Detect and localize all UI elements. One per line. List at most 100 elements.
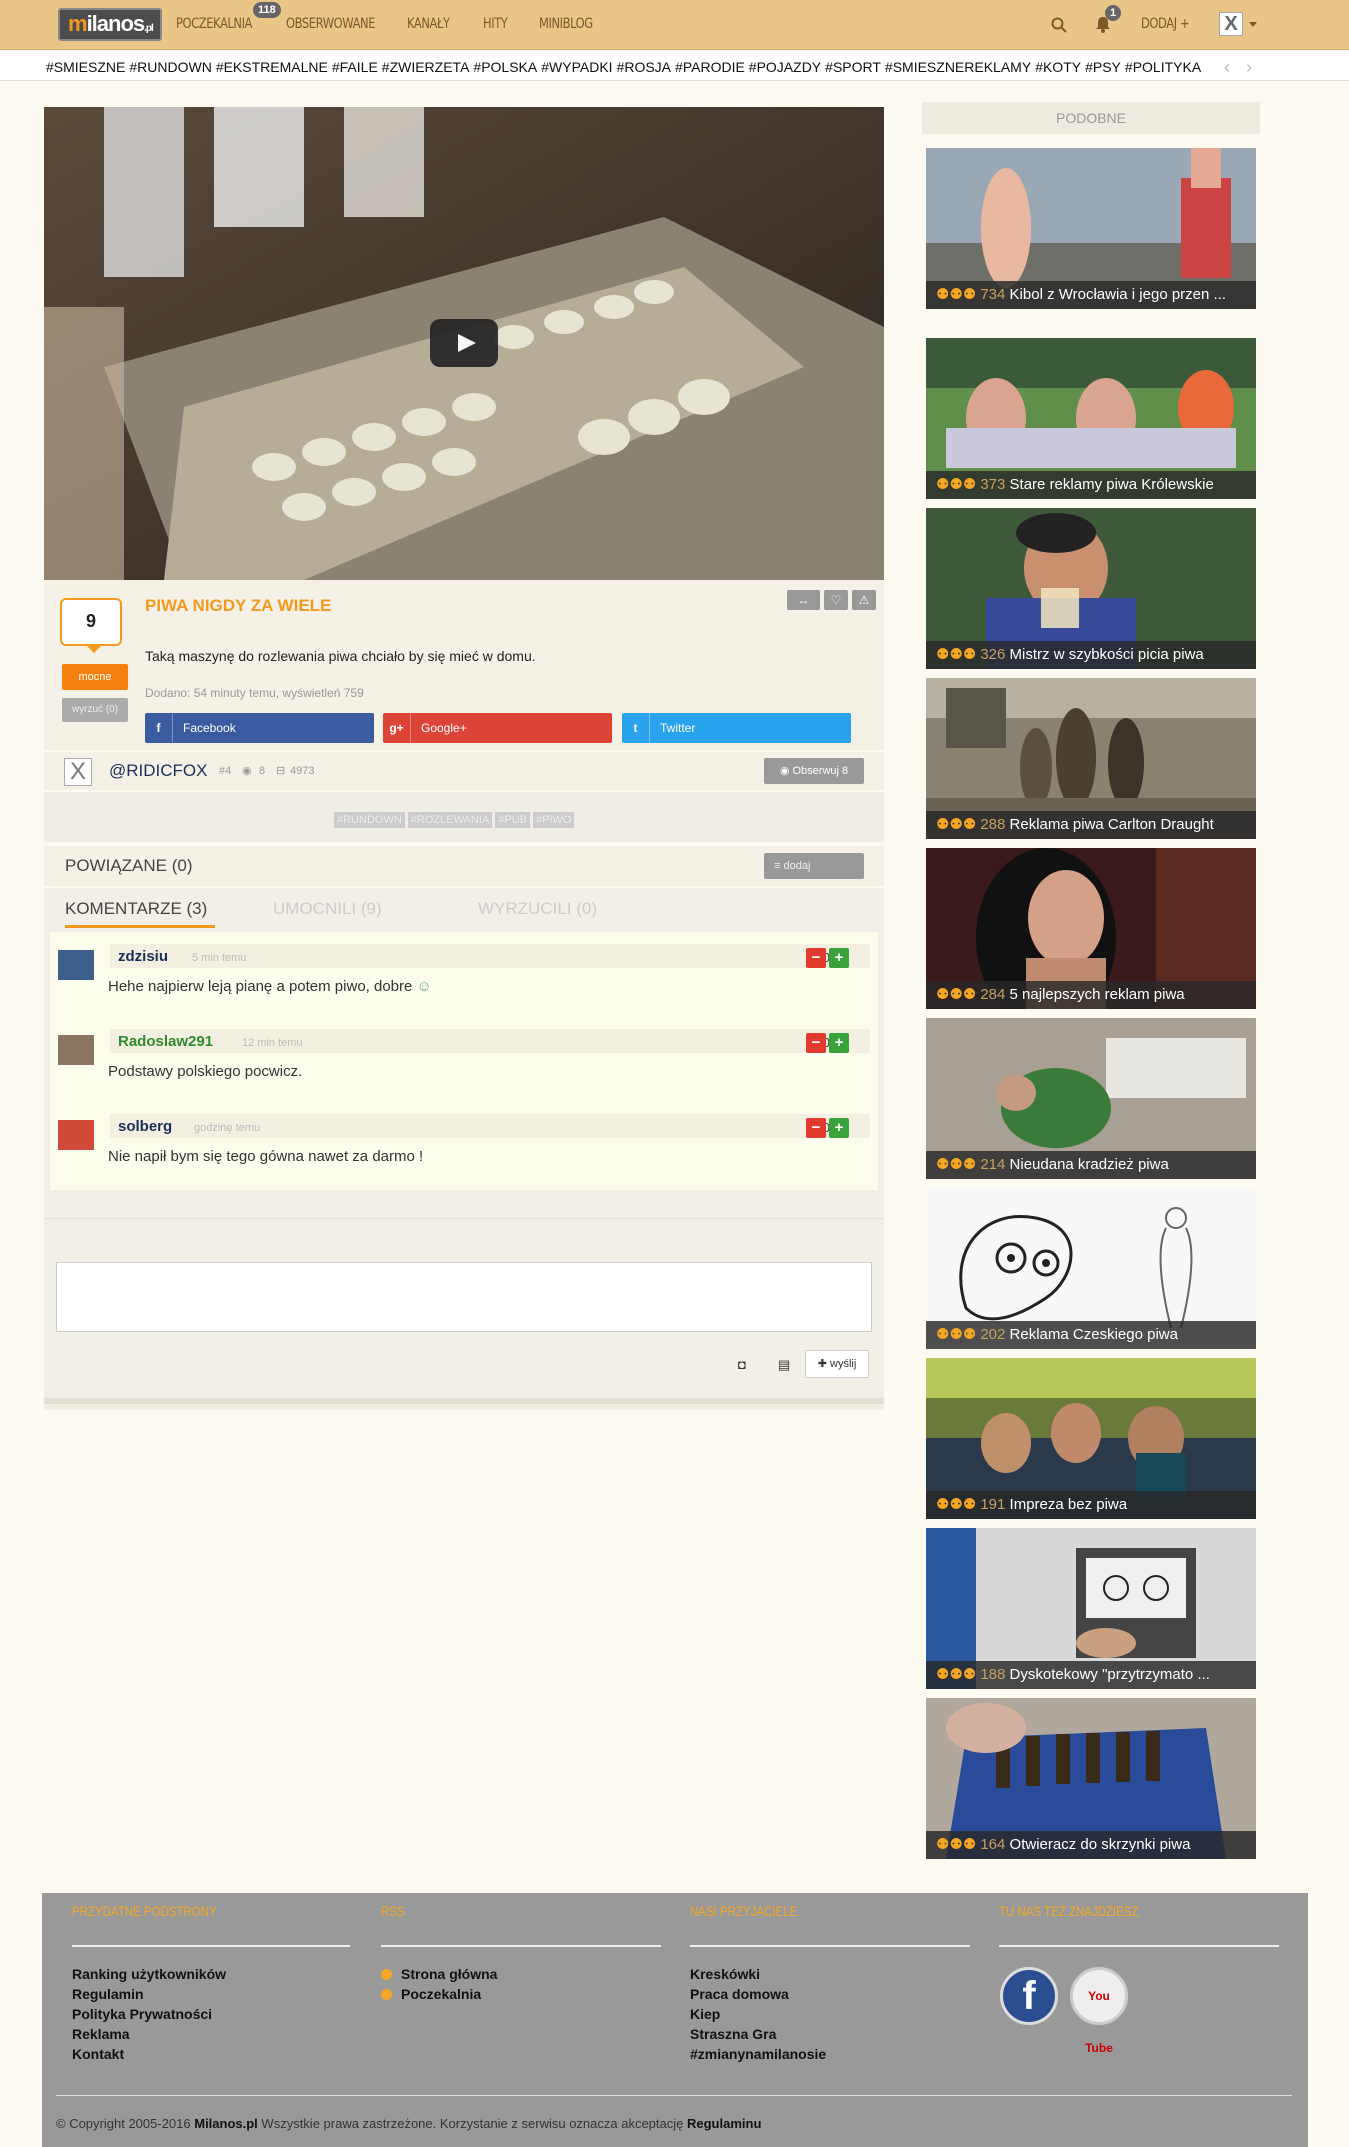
tab-wyrzucili[interactable]: WYRZUCILI (0) bbox=[478, 899, 597, 919]
post-tag[interactable]: #PUB bbox=[495, 812, 530, 828]
warning-icon[interactable]: ⚠ bbox=[852, 590, 876, 610]
copyright-brand[interactable]: Milanos.pl bbox=[194, 2116, 258, 2131]
footer-link[interactable]: Strona główna bbox=[401, 1966, 497, 1982]
follow-button[interactable]: ◉ Obserwuj 8 bbox=[764, 758, 864, 784]
tag-link[interactable]: #FAILE bbox=[332, 59, 378, 75]
avatar[interactable] bbox=[58, 1035, 94, 1065]
site-logo[interactable]: milanos.pl bbox=[58, 8, 162, 41]
card-title: Impreza bez piwa bbox=[1009, 1496, 1128, 1513]
people-icon: ⚉⚉⚉ bbox=[936, 1496, 977, 1513]
facebook-icon[interactable]: f bbox=[1000, 1967, 1058, 2025]
tag-link[interactable]: #EKSTREMALNE bbox=[216, 59, 328, 75]
heart-icon[interactable]: ♡ bbox=[824, 590, 848, 610]
wyrzuc-button[interactable]: wyrzuć (0) bbox=[62, 698, 128, 722]
author-name[interactable]: @RIDICFOX bbox=[109, 761, 207, 781]
comment-input[interactable] bbox=[56, 1262, 872, 1332]
embed-icon[interactable]: ↔ bbox=[787, 590, 820, 610]
minus-button[interactable]: − bbox=[806, 1118, 826, 1138]
plus-button[interactable]: + bbox=[829, 1033, 849, 1053]
related-add-label: dodaj bbox=[783, 860, 811, 872]
tag-link[interactable]: #PARODIE bbox=[675, 59, 745, 75]
tag-link[interactable]: #WYPADKI bbox=[541, 59, 612, 75]
related-video-card[interactable]: ⚉⚉⚉ 191 Impreza bez piwa bbox=[926, 1358, 1256, 1519]
search-icon[interactable] bbox=[1051, 17, 1067, 33]
mocne-button[interactable]: mocne bbox=[62, 664, 128, 690]
chevron-right-icon[interactable]: › bbox=[1246, 57, 1252, 78]
related-video-card[interactable]: ⚉⚉⚉ 202 Reklama Czeskiego piwa bbox=[926, 1188, 1256, 1349]
tag-list: #SMIESZNE #RUNDOWN #EKSTREMALNE #FAILE #ZWIE… bbox=[46, 59, 1205, 75]
plus-button[interactable]: + bbox=[829, 1118, 849, 1138]
tag-link[interactable]: #ROSJA bbox=[617, 59, 671, 75]
post-tag[interactable]: #ROZLEWANIA bbox=[407, 812, 493, 828]
footer-link[interactable]: Kontakt bbox=[72, 2046, 124, 2062]
footer-link[interactable]: Praca domowa bbox=[690, 1986, 789, 2002]
footer-link[interactable]: Kreskówki bbox=[690, 1966, 760, 1982]
related-video-card[interactable]: ⚉⚉⚉ 284 5 najlepszych reklam piwa bbox=[926, 848, 1256, 1009]
related-video-card[interactable]: ⚉⚉⚉ 164 Otwieracz do skrzynki piwa bbox=[926, 1698, 1256, 1859]
video-player[interactable] bbox=[44, 107, 884, 580]
trash-icon[interactable]: ▤ bbox=[778, 1357, 790, 1373]
send-button[interactable]: ✚ wyślij bbox=[805, 1350, 869, 1378]
nav-obserwowane[interactable]: OBSERWOWANE bbox=[286, 16, 375, 32]
google-share-button[interactable]: g+ Google+ bbox=[383, 713, 612, 743]
related-video-card[interactable]: ⚉⚉⚉ 188 Dyskotekowy "przytrzymato ... bbox=[926, 1528, 1256, 1689]
chevron-down-icon[interactable] bbox=[1249, 22, 1257, 27]
footer-link[interactable]: Kiep bbox=[690, 2006, 720, 2022]
nav-miniblog[interactable]: MINIBLOG bbox=[539, 16, 593, 32]
twitter-share-button[interactable]: t Twitter bbox=[622, 713, 851, 743]
youtube-icon[interactable]: You Tube bbox=[1070, 1967, 1128, 2055]
footer-link[interactable]: Regulamin bbox=[72, 1986, 144, 2002]
related-video-card[interactable]: ⚉⚉⚉ 288 Reklama piwa Carlton Draught bbox=[926, 678, 1256, 839]
avatar[interactable] bbox=[58, 1120, 94, 1150]
footer-link[interactable]: Straszna Gra bbox=[690, 2026, 776, 2042]
nav-hity[interactable]: HITY bbox=[483, 16, 508, 32]
tag-link[interactable]: #SMIESZNEREKLAMY bbox=[885, 59, 1031, 75]
tag-link[interactable]: #POLSKA bbox=[473, 59, 537, 75]
footer-link[interactable]: #zmianynamilanosie bbox=[690, 2046, 826, 2062]
facebook-share-button[interactable]: f Facebook bbox=[145, 713, 374, 743]
post-tag[interactable]: #RUNDOWN bbox=[334, 812, 405, 828]
tag-link[interactable]: #RUNDOWN bbox=[129, 59, 211, 75]
chevron-left-icon[interactable]: ‹ bbox=[1224, 57, 1230, 78]
comment-author[interactable]: zdzisiu bbox=[118, 948, 168, 965]
minus-button[interactable]: − bbox=[806, 1033, 826, 1053]
avatar[interactable] bbox=[58, 950, 94, 980]
footer-link[interactable]: Ranking użytkowników bbox=[72, 1966, 226, 1982]
nav-poczekalnia[interactable]: POCZEKALNIA bbox=[176, 16, 252, 32]
related-video-card[interactable]: ⚉⚉⚉ 214 Nieudana kradzież piwa bbox=[926, 1018, 1256, 1179]
post-tag[interactable]: #PIWO bbox=[532, 812, 575, 828]
post-info: 9 mocne wyrzuć (0) PIWA NIGDY ZA WIELE ↔… bbox=[44, 580, 884, 750]
plus-button[interactable]: + bbox=[829, 948, 849, 968]
comment-author[interactable]: Radoslaw291 bbox=[118, 1033, 213, 1050]
tag-link[interactable]: #KOTY bbox=[1035, 59, 1081, 75]
tag-link[interactable]: #POJAZDY bbox=[749, 59, 821, 75]
related-video-card[interactable]: ⚉⚉⚉ 373 Stare reklamy piwa Królewskie bbox=[926, 338, 1256, 499]
tag-link[interactable]: #POLITYKA bbox=[1125, 59, 1201, 75]
related-video-card[interactable]: ⚉⚉⚉ 326 Mistrz w szybkości picia piwa bbox=[926, 508, 1256, 669]
add-button[interactable]: DODAJ + bbox=[1141, 16, 1190, 32]
sidebar-title: PODOBNE bbox=[922, 102, 1260, 134]
card-title: Nieudana kradzież piwa bbox=[1009, 1156, 1169, 1173]
comment-author[interactable]: solberg bbox=[118, 1118, 172, 1135]
tag-link[interactable]: #SMIESZNE bbox=[46, 59, 125, 75]
related-add-button[interactable]: ≡ dodaj bbox=[764, 853, 864, 879]
related-title: POWIĄZANE (0) bbox=[65, 856, 193, 875]
footer-link[interactable]: Reklama bbox=[72, 2026, 130, 2042]
post-tag-list: #RUNDOWN #ROZLEWANIA #PUB #PIWO bbox=[334, 810, 577, 828]
author-avatar[interactable]: X bbox=[64, 758, 92, 786]
play-button[interactable] bbox=[430, 319, 498, 367]
minus-button[interactable]: − bbox=[806, 948, 826, 968]
footer-link[interactable]: Polityka Prywatności bbox=[72, 2006, 212, 2022]
camera-icon[interactable]: ◘ bbox=[738, 1357, 746, 1372]
tab-komentarze[interactable]: KOMENTARZE (3) bbox=[65, 899, 207, 919]
tag-link[interactable]: #ZWIERZETA bbox=[382, 59, 470, 75]
tag-link[interactable]: #SPORT bbox=[825, 59, 881, 75]
tag-link[interactable]: #PSY bbox=[1085, 59, 1121, 75]
footer-link[interactable]: Poczekalnia bbox=[401, 1986, 481, 2002]
regulamin-link[interactable]: Regulaminu bbox=[687, 2116, 761, 2131]
related-video-card[interactable]: ⚉⚉⚉ 734 Kibol z Wrocławia i jego przen ..… bbox=[926, 148, 1256, 309]
user-avatar[interactable]: X bbox=[1219, 12, 1243, 36]
logo-letter: m bbox=[68, 11, 88, 36]
nav-kanaly[interactable]: KANAŁY bbox=[407, 16, 450, 32]
tab-umocnili[interactable]: UMOCNILI (9) bbox=[273, 899, 382, 919]
